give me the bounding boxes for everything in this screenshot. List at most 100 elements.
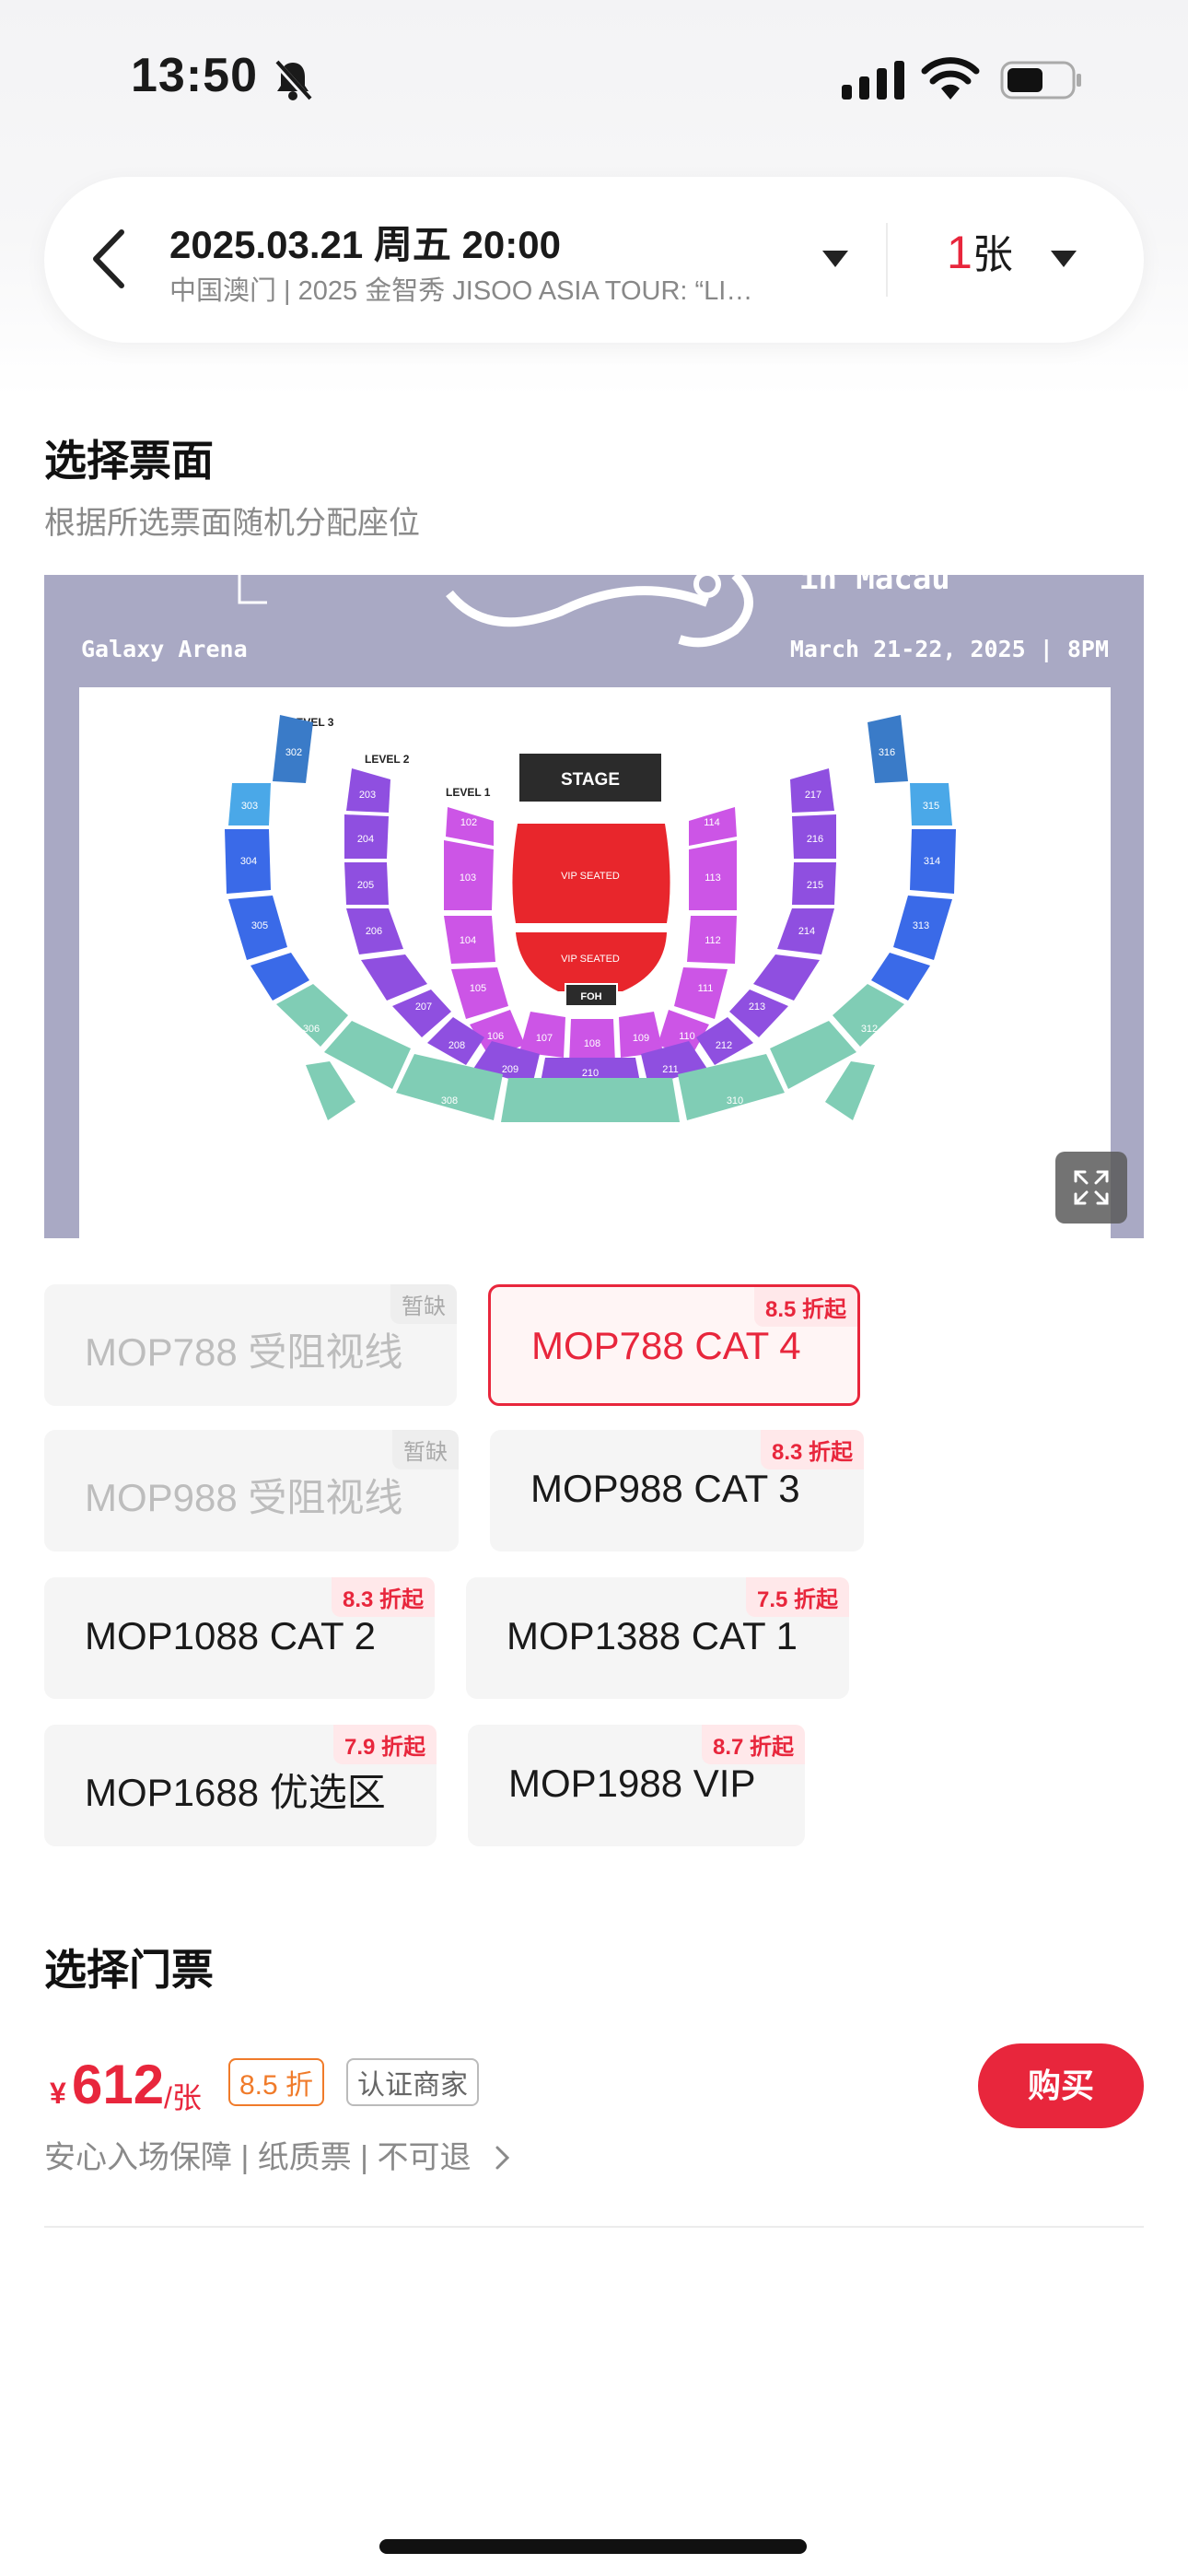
section-208: 208	[448, 1040, 465, 1051]
map-decoration	[446, 575, 753, 648]
section-216: 216	[807, 834, 823, 845]
section-109: 109	[633, 1033, 649, 1044]
seat-map-canvas: LEVEL 3 LEVEL 2 LEVEL 1 STAGE VIP SEATED…	[79, 687, 1111, 1238]
section-212: 212	[716, 1040, 732, 1051]
section-104: 104	[460, 935, 476, 946]
expand-icon[interactable]	[1055, 1152, 1127, 1224]
guarantee-info[interactable]: 安心入场保障 | 纸质票 | 不可退	[44, 2132, 513, 2177]
stage-label: STAGE	[561, 770, 620, 790]
ticket-option-mop1388-cat1[interactable]: MOP1388 CAT 1 7.5 折起	[466, 1577, 849, 1699]
caret-down-icon[interactable]	[820, 241, 851, 273]
option-label: MOP1088 CAT 2	[85, 1614, 376, 1657]
ticket-option-mop1688-preferred[interactable]: MOP1688 优选区 7.9 折起	[44, 1725, 437, 1846]
option-tag: 8.3 折起	[760, 1430, 864, 1469]
status-time: 13:50	[131, 49, 258, 102]
home-indicator[interactable]	[379, 2539, 807, 2554]
option-tag: 8.5 折起	[753, 1287, 857, 1327]
section-304: 304	[240, 856, 257, 867]
section-107: 107	[536, 1033, 553, 1044]
section-302: 302	[285, 747, 302, 758]
status-bar: 13:50	[0, 0, 1188, 157]
ticket-option-mop788-obstructed[interactable]: MOP788 受阻视线 暂缺	[44, 1284, 457, 1406]
option-label: MOP788 受阻视线	[85, 1330, 403, 1374]
event-date[interactable]: 2025.03.21 周五 20:00	[169, 214, 561, 270]
section-211: 211	[662, 1064, 679, 1075]
seat-map[interactable]: in Macau Galaxy Arena March 21-22, 2025 …	[44, 575, 1144, 1238]
section-313: 313	[913, 920, 929, 931]
ticket-option-mop988-cat3[interactable]: MOP988 CAT 3 8.3 折起	[490, 1430, 864, 1551]
section-310: 310	[727, 1095, 743, 1107]
section-207: 207	[415, 1001, 432, 1013]
section-210: 210	[582, 1068, 599, 1079]
verified-seller-badge: 认证商家	[346, 2058, 479, 2106]
section-214: 214	[798, 926, 815, 937]
option-tag: 7.9 折起	[332, 1725, 437, 1764]
event-header: 2025.03.21 周五 20:00 中国澳门 | 2025 金智秀 JISO…	[44, 177, 1144, 343]
section-305: 305	[251, 920, 268, 931]
section-204: 204	[357, 834, 374, 845]
header-divider	[886, 223, 888, 297]
venue-name: Galaxy Arena	[81, 636, 248, 662]
foh-label: FOH	[580, 991, 601, 1002]
option-label: MOP988 CAT 3	[530, 1467, 800, 1510]
section-303: 303	[241, 801, 258, 812]
option-label: MOP988 受阻视线	[85, 1476, 403, 1519]
wifi-icon	[921, 57, 980, 100]
section-108: 108	[584, 1038, 600, 1049]
map-date: March 21-22, 2025 | 8PM	[789, 636, 1109, 662]
section-205: 205	[357, 880, 374, 891]
section-203: 203	[359, 790, 376, 801]
back-arrow-icon[interactable]	[90, 228, 127, 289]
section-217: 217	[805, 790, 821, 801]
section-209: 209	[502, 1064, 518, 1075]
section-103: 103	[460, 872, 476, 884]
ticket-price: 612	[72, 2054, 165, 2115]
ticket-option-mop788-cat4[interactable]: MOP788 CAT 4 8.5 折起	[488, 1284, 860, 1406]
option-label: MOP1388 CAT 1	[507, 1614, 798, 1657]
section-113: 113	[705, 872, 721, 884]
section-105: 105	[470, 983, 486, 994]
quantity-unit: 张	[972, 232, 1013, 277]
bell-muted-icon	[274, 60, 312, 101]
ticket-option-mop988-obstructed[interactable]: MOP988 受阻视线 暂缺	[44, 1430, 459, 1551]
map-corner-mark	[238, 575, 267, 604]
option-tag: 7.5 折起	[745, 1577, 849, 1617]
section-111: 111	[698, 983, 714, 994]
section-206: 206	[366, 926, 382, 937]
battery-icon	[1000, 61, 1081, 100]
option-tag: 暂缺	[390, 1284, 457, 1324]
map-city-text: in Macau	[799, 575, 950, 597]
ticket-quantity[interactable]: 1张	[947, 221, 1013, 280]
section-110: 110	[679, 1031, 695, 1042]
section-title-choose-ticket: 选择门票	[44, 1946, 214, 1994]
buy-button[interactable]: 购买	[978, 2043, 1144, 2128]
ticket-option-mop1088-cat2[interactable]: MOP1088 CAT 2 8.3 折起	[44, 1577, 435, 1699]
section-307: 307	[347, 1073, 364, 1084]
arena-diagram: LEVEL 3 LEVEL 2 LEVEL 1 STAGE VIP SEATED…	[225, 715, 956, 1122]
option-label: MOP1988 VIP	[508, 1762, 756, 1805]
section-308: 308	[441, 1095, 458, 1107]
option-tag: 8.3 折起	[331, 1577, 435, 1617]
section-312: 312	[861, 1024, 878, 1035]
section-106: 106	[487, 1031, 504, 1042]
vip-label-1: VIP SEATED	[561, 871, 620, 882]
ticket-option-mop1988-vip[interactable]: MOP1988 VIP 8.7 折起	[468, 1725, 805, 1846]
caret-down-icon[interactable]	[1048, 241, 1079, 273]
section-215: 215	[807, 880, 823, 891]
price-unit: /张	[164, 2081, 202, 2114]
section-306: 306	[303, 1024, 320, 1035]
section-213: 213	[749, 1001, 765, 1013]
option-label: MOP1688 优选区	[85, 1771, 386, 1814]
section-114: 114	[704, 817, 720, 828]
section-315: 315	[923, 801, 939, 812]
vip-label-2: VIP SEATED	[561, 954, 620, 965]
divider	[44, 2226, 1144, 2228]
section-102: 102	[460, 817, 477, 828]
section-314: 314	[924, 856, 940, 867]
discount-badge: 8.5 折	[228, 2058, 325, 2106]
event-subtitle: 中国澳门 | 2025 金智秀 JISOO ASIA TOUR: “LI…	[169, 276, 753, 306]
section-112: 112	[705, 935, 721, 946]
option-tag: 暂缺	[392, 1430, 459, 1469]
level-2-label: LEVEL 2	[365, 753, 410, 766]
cellular-signal-icon	[842, 61, 904, 100]
